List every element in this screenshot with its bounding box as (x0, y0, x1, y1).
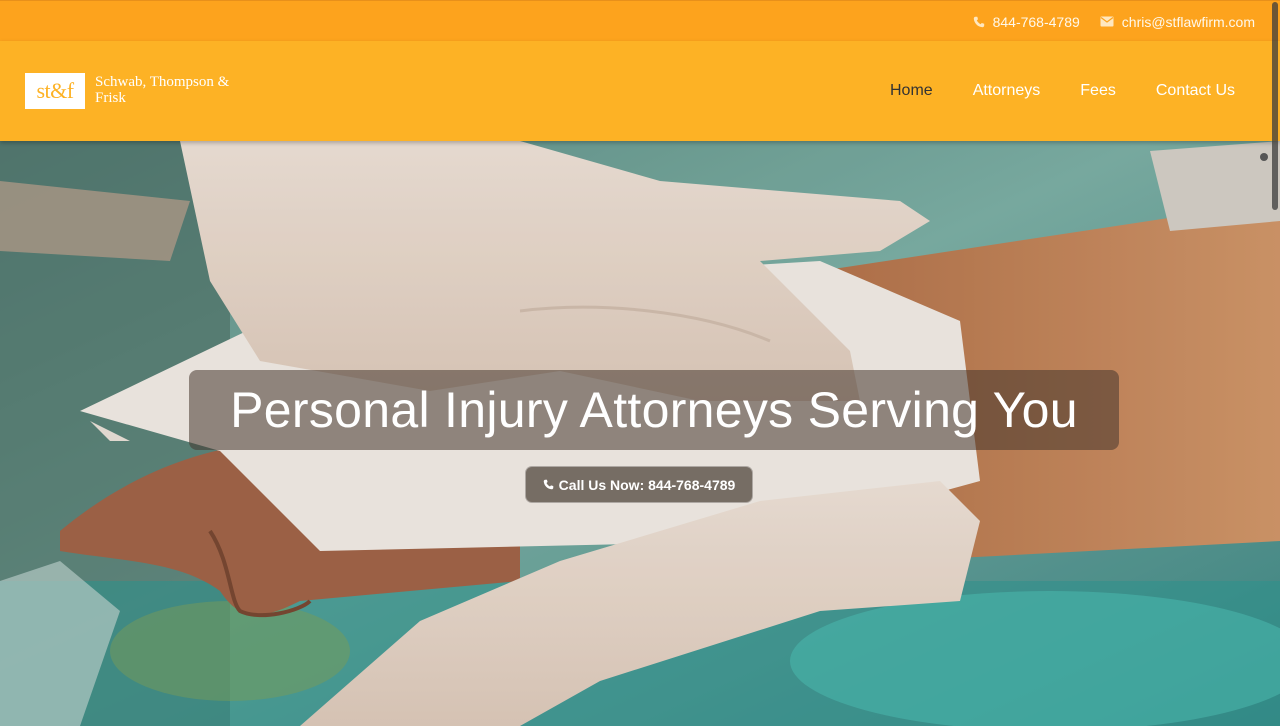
main-navbar: st&f Schwab, Thompson & Frisk Home Attor… (0, 41, 1280, 141)
email-address: chris@stflawfirm.com (1121, 13, 1255, 30)
nav-item-home: Home (890, 82, 933, 100)
logo-firm-name: Schwab, Thompson & Frisk (95, 74, 230, 106)
nav-link-fees[interactable]: Fees (1080, 82, 1116, 99)
nav-item-attorneys: Attorneys (973, 82, 1041, 100)
nav-link-attorneys[interactable]: Attorneys (973, 82, 1041, 99)
site-logo[interactable]: st&f Schwab, Thompson & Frisk (25, 73, 245, 109)
nav-item-contact: Contact Us (1156, 82, 1235, 100)
headline-panel: Personal Injury Attorneys Serving You (189, 370, 1119, 450)
top-contact-bar: 844-768-4789 chris@stflawfirm.com (0, 0, 1280, 41)
phone-number: 844-768-4789 (992, 13, 1080, 30)
hero-headline: Personal Injury Attorneys Serving You (230, 382, 1078, 438)
scroll-indicator-dot (1260, 153, 1268, 161)
hero-banner: Personal Injury Attorneys Serving You Ca… (0, 141, 1280, 726)
nav-link-contact-us[interactable]: Contact Us (1156, 82, 1235, 99)
logo-mark: st&f (25, 73, 85, 109)
email-link[interactable]: chris@stflawfirm.com (1100, 14, 1255, 30)
nav-menu: Home Attorneys Fees Contact Us (890, 41, 1235, 141)
phone-link[interactable]: 844-768-4789 (973, 14, 1080, 30)
page-scrollbar[interactable] (1270, 0, 1280, 726)
call-button-label: Call Us Now: 844-768-4789 (558, 476, 736, 493)
nav-item-fees: Fees (1080, 82, 1116, 100)
call-us-now-button[interactable]: Call Us Now: 844-768-4789 (525, 466, 753, 503)
nav-link-home[interactable]: Home (890, 82, 933, 99)
phone-icon (973, 16, 985, 28)
phone-icon (543, 477, 554, 493)
envelope-icon (1100, 16, 1114, 27)
scrollbar-thumb[interactable] (1272, 2, 1278, 210)
contact-info: 844-768-4789 chris@stflawfirm.com (973, 1, 1255, 42)
